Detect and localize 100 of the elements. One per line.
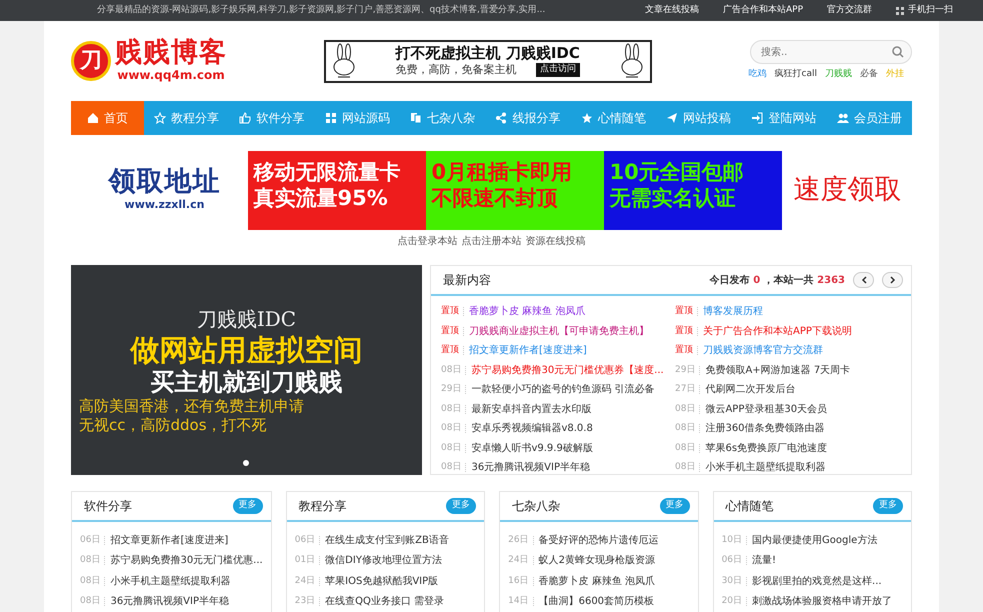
post-link[interactable]: 小米手机主题壁纸提取利器	[705, 460, 826, 474]
post-link[interactable]: 36元撸腾讯视频VIP半年稳	[471, 460, 590, 474]
slider-banner[interactable]: 刀贱贱IDC 做网站用虚拟空间 买主机就到刀贱贱 高防美国香港，还有免费主机申请 无视cc，高防ddos，打不死	[71, 265, 422, 475]
quick-link[interactable]: 资源在线投稿	[526, 234, 586, 249]
post-date: 08日	[675, 444, 700, 453]
post-date: 26日	[508, 536, 534, 545]
post-link[interactable]: 安卓懒人听书v9.9.9破解版	[471, 440, 593, 456]
post-date: 29日	[441, 385, 466, 394]
post-link[interactable]: 博客发展历程	[703, 304, 763, 320]
post-link[interactable]: 最新安卓抖音内置去水印版	[471, 402, 592, 417]
slider-headline: 做网站用虚拟空间	[130, 334, 362, 368]
post-link[interactable]: 在线查QQ业务接口 需登录	[325, 594, 444, 610]
post-link[interactable]: 香脆萝卜皮 麻辣鱼 泡凤爪	[469, 304, 586, 320]
panel-title: 最新内容	[443, 272, 491, 289]
thumbs-up-icon	[239, 112, 252, 124]
post-link[interactable]: 【曲洞】6600套简历模板	[538, 594, 654, 610]
post-link[interactable]: 苹果IOS免越狱酷我VIP版	[325, 574, 438, 589]
banner-title: 领取地址	[108, 167, 220, 198]
post-link[interactable]: 安卓乐秀视频编辑器v8.0.8	[471, 421, 593, 436]
banner-tile[interactable]: 移动无限流量卡 真实流量95%	[248, 151, 426, 230]
panel-title: 教程分享	[298, 498, 347, 515]
panel-title: 心情随笔	[726, 498, 774, 515]
post-link[interactable]: 微信DIY修改地理位置方法	[325, 553, 442, 568]
post-link[interactable]: 国内最便捷使用Google方法	[752, 532, 878, 548]
search-tag[interactable]: 吃鸡	[748, 68, 767, 82]
post-date: 20日	[722, 597, 748, 606]
top-link[interactable]: 手机扫一扫	[896, 4, 953, 18]
top-link[interactable]: 官方交流群	[827, 4, 872, 18]
ad-subline: 免费，高防，免备案主机	[396, 62, 517, 78]
banner-tile[interactable]: 10元全国包邮 无需实名认证	[604, 151, 782, 230]
post-link[interactable]: 36元撸腾讯视频VIP半年稳	[110, 594, 229, 610]
previous-button[interactable]	[853, 272, 874, 288]
next-button[interactable]	[882, 272, 903, 288]
pinned-tag: 置顶	[675, 346, 698, 356]
pinned-tag: 置顶	[441, 346, 464, 356]
post-link[interactable]: 香脆萝卜皮 麻辣鱼 泡凤爪	[538, 574, 655, 589]
post-date: 10日	[722, 536, 748, 545]
post-link[interactable]: 备受好评的恐怖片遗传厄运	[538, 532, 659, 548]
post-link[interactable]: 一款轻便小巧的盗号的钓鱼源码 引流必备	[471, 382, 655, 398]
post-date: 24日	[508, 556, 534, 566]
grid-icon	[324, 112, 337, 124]
post-link[interactable]: 在线生成支付宝到账ZB语音	[325, 532, 449, 548]
post-link[interactable]: 代刷网二次开发后台	[705, 382, 796, 398]
quick-link[interactable]: 点击登录本站	[398, 234, 458, 249]
users-icon	[836, 112, 849, 124]
top-link[interactable]: 文章在线投稿	[644, 4, 699, 18]
slider-text: 高防美国香港，还有免费主机申请	[79, 396, 304, 416]
logo-mark: 刀	[71, 41, 111, 81]
post-link[interactable]: 免费领取A+网游加速器 7天周卡	[705, 362, 850, 378]
post-date: 08日	[441, 424, 466, 434]
pinned-tag: 置顶	[441, 326, 464, 336]
top-link[interactable]: 广告合作和本站APP	[722, 4, 803, 18]
post-link[interactable]: 招文章更新作者[速度进来]	[469, 343, 587, 358]
post-date: 06日	[294, 536, 320, 545]
post-date: 08日	[441, 463, 466, 472]
files-icon	[410, 112, 422, 124]
post-link[interactable]: 招文章更新作者[速度进来]	[110, 532, 228, 548]
tagline-text: 分享最精品的资源-网站源码,影子娱乐网,科学刀,影子资源网,影子门户,善恶资源网、qq技术博客,晋爱分享,实用...	[97, 4, 546, 17]
post-date: 08日	[441, 366, 466, 375]
post-date: 30日	[722, 576, 748, 586]
post-link[interactable]: 影视剧里拍的戏竟然是这样...	[752, 574, 882, 589]
sign-in-icon	[751, 112, 764, 124]
post-date: 14日	[508, 597, 534, 606]
post-link[interactable]: 刺激战场体验服资格申请开放了	[752, 594, 892, 610]
quick-link[interactable]: 点击注册本站	[462, 234, 522, 249]
post-link[interactable]: 苏宁易购免费撸30元无门槛优惠券【速度...	[471, 362, 664, 378]
post-link[interactable]: 苹果6s免费换原厂电池速度	[705, 440, 828, 456]
search-icon[interactable]	[892, 46, 904, 58]
post-link[interactable]: 注册360借条免费领路由器	[705, 421, 825, 436]
post-date: 24日	[294, 576, 320, 586]
search-field[interactable]: 搜索..	[750, 40, 912, 64]
post-date: 08日	[675, 463, 700, 472]
search-tag[interactable]: 疯狂打call	[774, 68, 817, 82]
post-date: 01日	[294, 556, 320, 566]
post-link[interactable]: 蚁人2黄蜂女现身枪版资源	[538, 553, 655, 568]
post-link[interactable]: 苏宁易购免费撸30元无门槛优惠...	[110, 553, 263, 568]
search-tag[interactable]: 必备	[860, 68, 878, 82]
post-link[interactable]: 流量!	[752, 553, 776, 568]
share-icon	[495, 112, 508, 124]
post-stats: 今日发布 0 ，本站一共 2363	[710, 274, 845, 288]
post-date: 08日	[80, 576, 106, 586]
pinned-tag: 置顶	[675, 326, 698, 336]
post-link[interactable]: 关于广告合作和本站APP下载说明	[703, 324, 852, 339]
banner-url: www.zzxll.cn	[124, 197, 204, 214]
slider-dot[interactable]	[243, 460, 249, 466]
paper-plane-icon	[666, 112, 678, 124]
post-link[interactable]: 小米手机主题壁纸提取利器	[110, 574, 230, 589]
post-date: 08日	[441, 444, 466, 453]
post-link[interactable]: 微云APP登录租基30天会员	[705, 402, 828, 417]
pinned-tag: 置顶	[441, 307, 464, 316]
post-date: 08日	[675, 404, 700, 414]
post-link[interactable]: 刀贱贱资源博客官方交流群	[703, 343, 823, 358]
post-date: 06日	[722, 556, 748, 566]
post-date: 08日	[675, 424, 700, 434]
post-link[interactable]: 刀贱贱商业虚拟主机【可申请免费主机】	[469, 324, 649, 339]
header-ad[interactable]: 打不死虚拟主机 刀贱贱IDC 免费，高防，免备案主机 点击访问	[324, 40, 652, 82]
post-date: 23日	[294, 597, 320, 606]
banner-action[interactable]: 速度领取	[782, 170, 902, 211]
visit-button[interactable]: 点击访问	[536, 63, 580, 77]
panel-title: 七杂八杂	[512, 498, 560, 515]
